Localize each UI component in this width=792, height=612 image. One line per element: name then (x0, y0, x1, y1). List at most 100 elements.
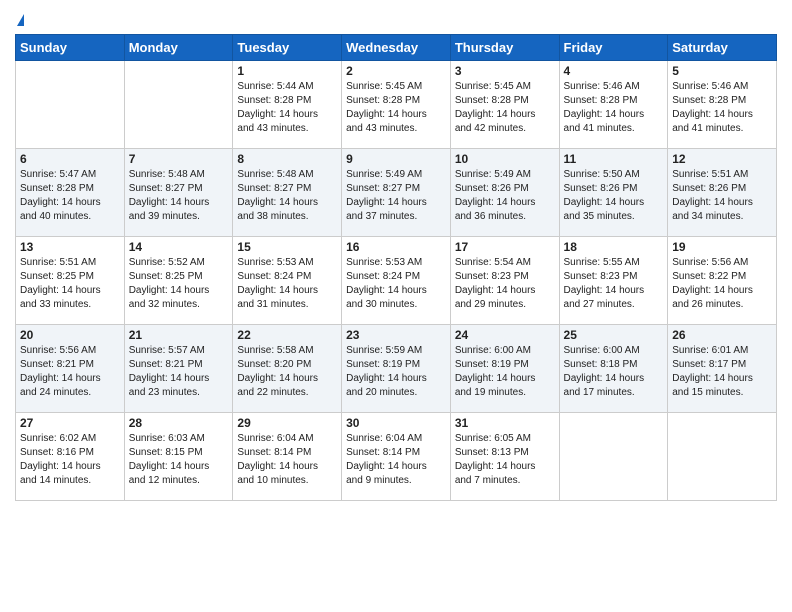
calendar-cell: 3Sunrise: 5:45 AM Sunset: 8:28 PM Daylig… (450, 61, 559, 149)
calendar-header-row: Sunday Monday Tuesday Wednesday Thursday… (16, 35, 777, 61)
calendar-cell: 7 Sunrise: 5:48 AM Sunset: 8:27 PM Daylig… (124, 149, 233, 237)
calendar-table: Sunday Monday Tuesday Wednesday Thursday… (15, 34, 777, 501)
cell-sun-info: Sunrise: 5:49 AM Sunset: 8:27 PM Dayligh… (346, 168, 446, 224)
day-number: 8 (237, 152, 337, 166)
calendar-cell: 29 Sunrise: 6:04 AM Sunset: 8:14 PM Dayli… (233, 413, 342, 501)
cell-sun-info: Sunrise: 5:52 AM Sunset: 8:25 PM Dayligh… (129, 256, 229, 312)
calendar-cell: 15 Sunrise: 5:53 AM Sunset: 8:24 PM Dayli… (233, 237, 342, 325)
calendar-week-row: 13 Sunrise: 5:51 AM Sunset: 8:25 PM Dayli… (16, 237, 777, 325)
calendar-cell: 13 Sunrise: 5:51 AM Sunset: 8:25 PM Dayli… (16, 237, 125, 325)
calendar-cell: 28 Sunrise: 6:03 AM Sunset: 8:15 PM Dayli… (124, 413, 233, 501)
cell-sun-info: Sunrise: 5:54 AM Sunset: 8:23 PM Dayligh… (455, 256, 555, 312)
cell-sun-info: Sunrise: 6:03 AM Sunset: 8:15 PM Dayligh… (129, 432, 229, 488)
day-number: 30 (346, 416, 446, 430)
logo-triangle-icon (17, 14, 24, 26)
calendar-cell (559, 413, 668, 501)
day-number: 28 (129, 416, 229, 430)
calendar-cell: 19Sunrise: 5:56 AM Sunset: 8:22 PM Dayli… (668, 237, 777, 325)
calendar-cell: 5 Sunrise: 5:46 AM Sunset: 8:28 PM Daylig… (668, 61, 777, 149)
calendar-cell: 22 Sunrise: 5:58 AM Sunset: 8:20 PM Dayli… (233, 325, 342, 413)
cell-sun-info: Sunrise: 5:58 AM Sunset: 8:20 PM Dayligh… (237, 344, 337, 400)
day-number: 27 (20, 416, 120, 430)
cell-sun-info: Sunrise: 6:00 AM Sunset: 8:19 PM Dayligh… (455, 344, 555, 400)
cell-sun-info: Sunrise: 5:45 AM Sunset: 8:28 PM Dayligh… (455, 80, 555, 136)
day-number: 24 (455, 328, 555, 342)
day-number: 1 (237, 64, 337, 78)
calendar-cell: 6 Sunrise: 5:47 AM Sunset: 8:28 PM Daylig… (16, 149, 125, 237)
calendar-cell: 23 Sunrise: 5:59 AM Sunset: 8:19 PM Dayli… (342, 325, 451, 413)
day-number: 31 (455, 416, 555, 430)
day-number: 4 (564, 64, 664, 78)
calendar-cell: 24 Sunrise: 6:00 AM Sunset: 8:19 PM Dayli… (450, 325, 559, 413)
day-number: 29 (237, 416, 337, 430)
cell-sun-info: Sunrise: 5:59 AM Sunset: 8:19 PM Dayligh… (346, 344, 446, 400)
cell-sun-info: Sunrise: 5:55 AM Sunset: 8:23 PM Dayligh… (564, 256, 664, 312)
cell-sun-info: Sunrise: 5:53 AM Sunset: 8:24 PM Dayligh… (237, 256, 337, 312)
calendar-cell: 10 Sunrise: 5:49 AM Sunset: 8:26 PM Dayli… (450, 149, 559, 237)
day-number: 9 (346, 152, 446, 166)
cell-sun-info: Sunrise: 6:02 AM Sunset: 8:16 PM Dayligh… (20, 432, 120, 488)
calendar-week-row: 20Sunrise: 5:56 AM Sunset: 8:21 PM Dayli… (16, 325, 777, 413)
calendar-cell: 8 Sunrise: 5:48 AM Sunset: 8:27 PM Daylig… (233, 149, 342, 237)
col-wednesday: Wednesday (342, 35, 451, 61)
cell-sun-info: Sunrise: 5:48 AM Sunset: 8:27 PM Dayligh… (129, 168, 229, 224)
day-number: 5 (672, 64, 772, 78)
cell-sun-info: Sunrise: 6:01 AM Sunset: 8:17 PM Dayligh… (672, 344, 772, 400)
cell-sun-info: Sunrise: 6:05 AM Sunset: 8:13 PM Dayligh… (455, 432, 555, 488)
calendar-cell: 17Sunrise: 5:54 AM Sunset: 8:23 PM Dayli… (450, 237, 559, 325)
day-number: 22 (237, 328, 337, 342)
calendar-cell: 14 Sunrise: 5:52 AM Sunset: 8:25 PM Dayli… (124, 237, 233, 325)
cell-sun-info: Sunrise: 5:56 AM Sunset: 8:22 PM Dayligh… (672, 256, 772, 312)
col-saturday: Saturday (668, 35, 777, 61)
cell-sun-info: Sunrise: 5:53 AM Sunset: 8:24 PM Dayligh… (346, 256, 446, 312)
calendar-cell: 30 Sunrise: 6:04 AM Sunset: 8:14 PM Dayli… (342, 413, 451, 501)
cell-sun-info: Sunrise: 5:46 AM Sunset: 8:28 PM Dayligh… (672, 80, 772, 136)
day-number: 15 (237, 240, 337, 254)
day-number: 12 (672, 152, 772, 166)
calendar-cell (124, 61, 233, 149)
col-friday: Friday (559, 35, 668, 61)
calendar-cell: 12 Sunrise: 5:51 AM Sunset: 8:26 PM Dayli… (668, 149, 777, 237)
calendar-cell: 21Sunrise: 5:57 AM Sunset: 8:21 PM Dayli… (124, 325, 233, 413)
calendar-week-row: 1 Sunrise: 5:44 AM Sunset: 8:28 PM Daylig… (16, 61, 777, 149)
day-number: 7 (129, 152, 229, 166)
col-monday: Monday (124, 35, 233, 61)
day-number: 16 (346, 240, 446, 254)
calendar-week-row: 27 Sunrise: 6:02 AM Sunset: 8:16 PM Dayli… (16, 413, 777, 501)
cell-sun-info: Sunrise: 5:49 AM Sunset: 8:26 PM Dayligh… (455, 168, 555, 224)
calendar-cell: 11 Sunrise: 5:50 AM Sunset: 8:26 PM Dayli… (559, 149, 668, 237)
day-number: 13 (20, 240, 120, 254)
day-number: 18 (564, 240, 664, 254)
day-number: 25 (564, 328, 664, 342)
calendar-cell: 27 Sunrise: 6:02 AM Sunset: 8:16 PM Dayli… (16, 413, 125, 501)
day-number: 11 (564, 152, 664, 166)
day-number: 26 (672, 328, 772, 342)
calendar-cell: 25 Sunrise: 6:00 AM Sunset: 8:18 PM Dayli… (559, 325, 668, 413)
page-header (15, 10, 777, 26)
cell-sun-info: Sunrise: 5:51 AM Sunset: 8:26 PM Dayligh… (672, 168, 772, 224)
cell-sun-info: Sunrise: 5:45 AM Sunset: 8:28 PM Dayligh… (346, 80, 446, 136)
day-number: 10 (455, 152, 555, 166)
calendar-cell (16, 61, 125, 149)
cell-sun-info: Sunrise: 6:04 AM Sunset: 8:14 PM Dayligh… (346, 432, 446, 488)
logo (15, 14, 24, 26)
calendar-cell: 2Sunrise: 5:45 AM Sunset: 8:28 PM Daylig… (342, 61, 451, 149)
calendar-cell: 18 Sunrise: 5:55 AM Sunset: 8:23 PM Dayli… (559, 237, 668, 325)
calendar-cell: 20Sunrise: 5:56 AM Sunset: 8:21 PM Dayli… (16, 325, 125, 413)
cell-sun-info: Sunrise: 5:50 AM Sunset: 8:26 PM Dayligh… (564, 168, 664, 224)
cell-sun-info: Sunrise: 6:00 AM Sunset: 8:18 PM Dayligh… (564, 344, 664, 400)
day-number: 14 (129, 240, 229, 254)
cell-sun-info: Sunrise: 5:46 AM Sunset: 8:28 PM Dayligh… (564, 80, 664, 136)
cell-sun-info: Sunrise: 5:48 AM Sunset: 8:27 PM Dayligh… (237, 168, 337, 224)
cell-sun-info: Sunrise: 5:47 AM Sunset: 8:28 PM Dayligh… (20, 168, 120, 224)
day-number: 23 (346, 328, 446, 342)
day-number: 21 (129, 328, 229, 342)
day-number: 6 (20, 152, 120, 166)
cell-sun-info: Sunrise: 5:44 AM Sunset: 8:28 PM Dayligh… (237, 80, 337, 136)
calendar-cell (668, 413, 777, 501)
cell-sun-info: Sunrise: 5:51 AM Sunset: 8:25 PM Dayligh… (20, 256, 120, 312)
calendar-cell: 31 Sunrise: 6:05 AM Sunset: 8:13 PM Dayli… (450, 413, 559, 501)
cell-sun-info: Sunrise: 6:04 AM Sunset: 8:14 PM Dayligh… (237, 432, 337, 488)
day-number: 20 (20, 328, 120, 342)
calendar-cell: 4 Sunrise: 5:46 AM Sunset: 8:28 PM Daylig… (559, 61, 668, 149)
